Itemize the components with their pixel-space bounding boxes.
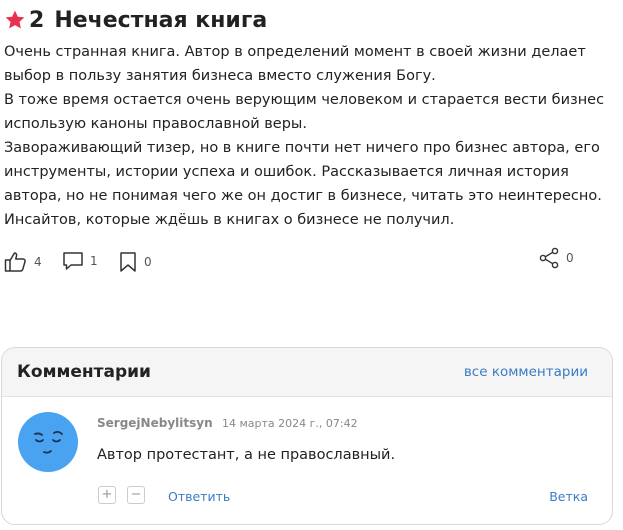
comment-icon — [63, 252, 83, 270]
review-paragraph: Инсайтов, которые ждёшь в книгах о бизне… — [4, 212, 455, 228]
share-icon — [539, 247, 559, 269]
review-body: Очень странная книга. Автор в определени… — [4, 40, 608, 232]
all-comments-link[interactable]: все комментарии — [464, 364, 588, 380]
comment-date: 14 марта 2024 г., 07:42 — [222, 417, 358, 430]
like-count: 4 — [34, 255, 42, 269]
downvote-button[interactable]: − — [127, 486, 145, 504]
comments-header: Комментарии все комментарии — [2, 348, 612, 397]
review-actions: 4 1 0 0 — [4, 247, 574, 275]
rating-value: 2 — [29, 7, 45, 33]
comment-button[interactable]: 1 — [62, 251, 98, 271]
avatar[interactable] — [18, 412, 78, 472]
comment-text: Автор протестант, а не православный. — [97, 447, 396, 463]
review-paragraph: Очень странная книга. Автор в определени… — [4, 44, 586, 84]
share-count: 0 — [566, 251, 574, 265]
review: 2 Нечестная книга Очень странная книга. … — [4, 0, 614, 232]
bookmark-icon — [120, 252, 136, 272]
comment-author[interactable]: SergejNebylitsyn — [97, 416, 213, 430]
review-title: Нечестная книга — [54, 7, 268, 33]
upvote-button[interactable]: + — [98, 486, 116, 504]
thumbs-up-icon — [4, 252, 26, 272]
bookmark-count: 0 — [144, 255, 152, 269]
thread-link[interactable]: Ветка — [549, 489, 588, 504]
comment-count: 1 — [90, 254, 98, 268]
review-header: 2 Нечестная книга — [4, 0, 614, 40]
comments-title: Комментарии — [17, 362, 151, 382]
share-button[interactable]: 0 — [538, 247, 574, 269]
bookmark-button[interactable]: 0 — [118, 251, 152, 273]
comments-card: Комментарии все комментарии SergejNebyli… — [1, 347, 613, 525]
review-paragraph: В тоже время остается очень верующим чел… — [4, 92, 605, 132]
like-button[interactable]: 4 — [4, 251, 42, 273]
review-paragraph: Завораживающий тизер, но в книге почти н… — [4, 140, 602, 204]
reply-link[interactable]: Ответить — [168, 489, 230, 504]
star-icon — [5, 10, 25, 29]
